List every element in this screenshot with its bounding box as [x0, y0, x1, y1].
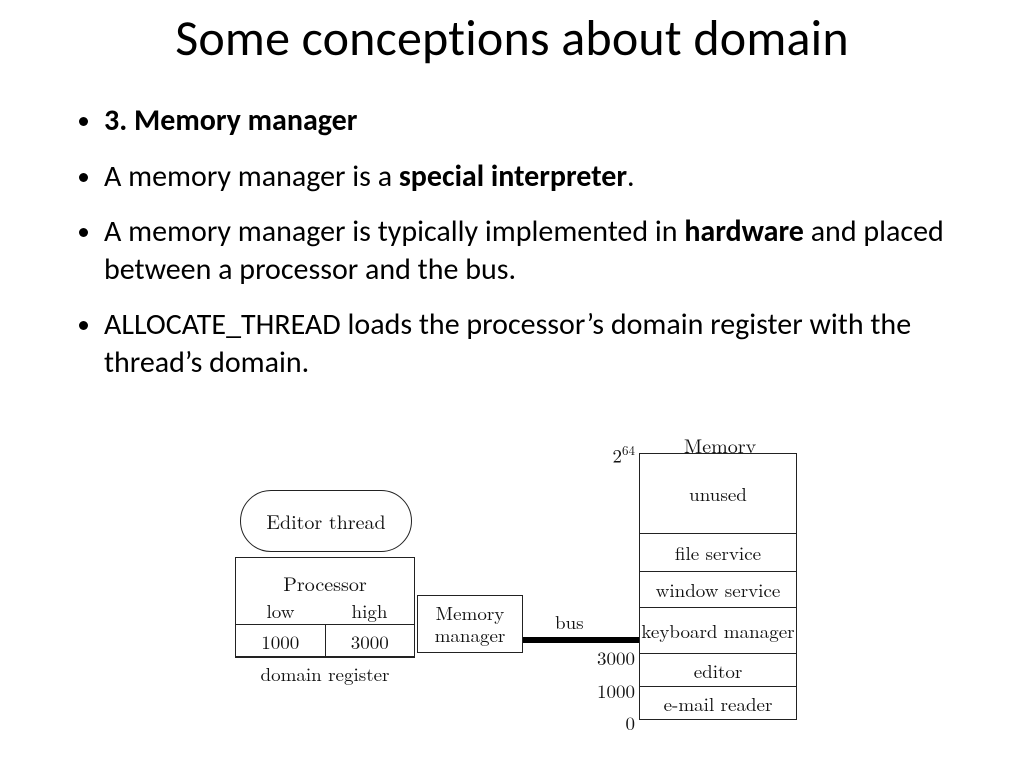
- domain-low-label: low: [236, 597, 325, 624]
- bullet-3-a: A memory manager is typically implemente…: [104, 213, 684, 250]
- memory-row-keyboard-manager: keyboard manager: [640, 607, 796, 653]
- memory-manager-label: Memory manager: [418, 602, 522, 646]
- bullet-1-text: 3. Memory manager: [104, 102, 357, 139]
- processor-title: Processor: [236, 558, 414, 597]
- editor-thread-bubble: Editor thread: [240, 490, 412, 552]
- domain-register: 1000 3000: [235, 624, 415, 658]
- memory-row-window-service: window service: [640, 571, 796, 607]
- bullet-2-b: special interpreter: [399, 158, 627, 195]
- memory-addr-3000: 3000: [589, 644, 635, 671]
- memory-row-editor: editor: [640, 653, 796, 686]
- bullet-2: A memory manager is a special interprete…: [104, 158, 970, 196]
- bus-line: [523, 637, 639, 643]
- diagram: Editor thread Processor low high 1000 30…: [195, 440, 895, 760]
- memory-manager-box: Memory manager: [417, 595, 523, 653]
- memory-column: unused file service window service keybo…: [639, 453, 797, 720]
- memory-top-base: 2: [612, 441, 622, 468]
- bullet-3: A memory manager is typically implemente…: [104, 213, 970, 288]
- memory-row-email-reader: e-mail reader: [640, 686, 796, 719]
- memory-addr-1000: 1000: [589, 677, 635, 704]
- bullet-list: 3. Memory manager A memory manager is a …: [70, 102, 970, 381]
- memory-row-file-service: file service: [640, 533, 796, 571]
- domain-register-caption: domain register: [235, 660, 415, 687]
- memory-addr-0: 0: [589, 709, 635, 736]
- bus-label: bus: [555, 612, 584, 631]
- memory-row-unused: unused: [640, 453, 796, 533]
- slide-title: Some conceptions about domain: [0, 8, 1024, 69]
- slide: Some conceptions about domain 3. Memory …: [0, 0, 1024, 768]
- bullet-4: ALLOCATE_THREAD loads the processor’s do…: [104, 306, 970, 381]
- domain-high-label: high: [325, 597, 414, 624]
- bullet-2-c: .: [627, 158, 635, 195]
- slide-body: 3. Memory manager A memory manager is a …: [70, 102, 970, 399]
- memory-top-exp: 64: [622, 440, 635, 459]
- bullet-2-a: A memory manager is a: [104, 158, 399, 195]
- bullet-1: 3. Memory manager: [104, 102, 970, 140]
- domain-high-value: 3000: [326, 625, 415, 657]
- bullet-3-b: hardware: [684, 213, 804, 250]
- memory-top-address: 264: [605, 440, 635, 468]
- domain-low-value: 1000: [236, 625, 326, 657]
- editor-thread-label: Editor thread: [266, 511, 385, 531]
